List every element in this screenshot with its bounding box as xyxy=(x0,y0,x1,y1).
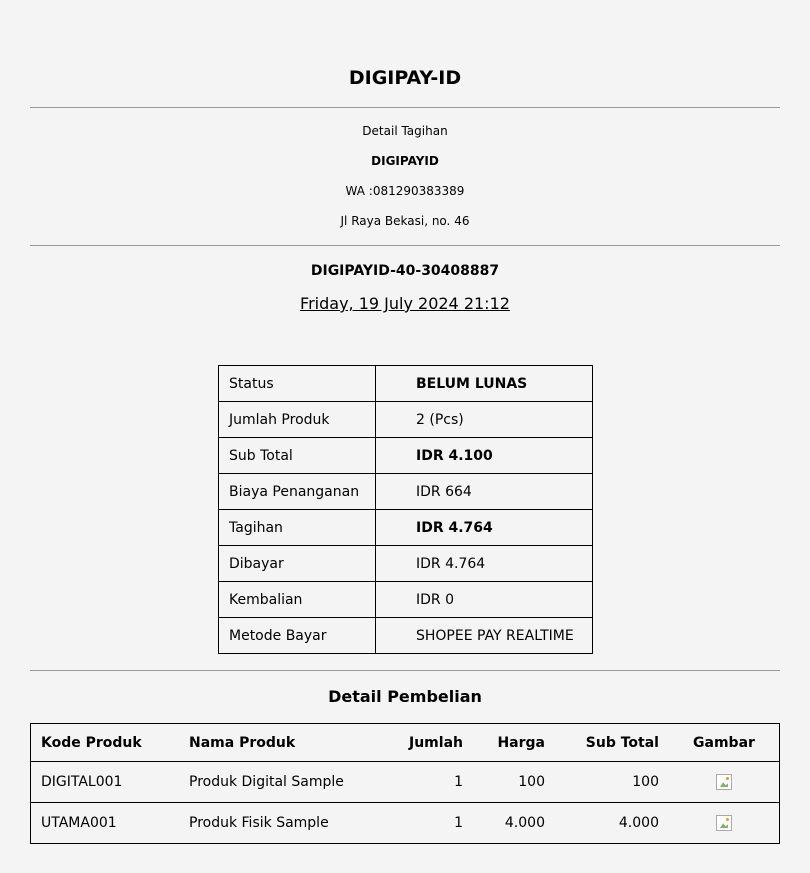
invoice-subtitle: Detail Tagihan xyxy=(362,124,448,138)
page-title: DIGIPAY-ID xyxy=(348,67,462,89)
product-qty: 1 xyxy=(454,815,463,831)
divider xyxy=(30,670,780,671)
invoice-date-text: Friday, 19 July 2024 21:12 xyxy=(300,294,510,313)
summary-label: Tagihan xyxy=(218,509,376,546)
summary-value: IDR 4.764 xyxy=(375,509,593,546)
summary-row: Kembalian IDR 0 xyxy=(218,581,593,618)
column-header-subtotal: Sub Total xyxy=(554,723,669,762)
merchant-whatsapp: WA :081290383389 xyxy=(345,184,465,198)
divider xyxy=(30,107,780,108)
summary-row: Jumlah Produk 2 (Pcs) xyxy=(218,401,593,438)
product-price: 4.000 xyxy=(504,815,545,831)
summary-label: Metode Bayar xyxy=(218,617,376,654)
invoice-page: DIGIPAY-ID Detail Tagihan DIGIPAYID WA :… xyxy=(0,0,810,873)
table-header-row: Kode Produk Nama Produk Jumlah Harga Sub… xyxy=(30,723,780,762)
merchant-name: DIGIPAYID xyxy=(371,154,439,168)
purchase-table: Kode Produk Nama Produk Jumlah Harga Sub… xyxy=(30,723,780,844)
summary-label: Kembalian xyxy=(218,581,376,618)
status-value: BELUM LUNAS xyxy=(375,365,593,402)
summary-label: Dibayar xyxy=(218,545,376,582)
summary-label: Status xyxy=(218,365,376,402)
product-price: 100 xyxy=(472,761,555,803)
broken-image-icon xyxy=(715,815,732,831)
product-image-cell xyxy=(669,803,780,844)
column-header-qty: Jumlah xyxy=(399,723,473,762)
summary-value: IDR 4.764 xyxy=(375,545,593,582)
summary-label: Sub Total xyxy=(218,437,376,474)
table-row: DIGITAL001 Produk Digital Sample 1 100 1… xyxy=(30,761,780,803)
summary-value: 2 (Pcs) xyxy=(375,401,593,438)
summary-row: Biaya Penanganan IDR 664 xyxy=(218,473,593,510)
summary-value: IDR 4.100 xyxy=(375,437,593,474)
column-header-code: Kode Produk xyxy=(30,723,179,762)
summary-row: Dibayar IDR 4.764 xyxy=(218,545,593,582)
product-qty: 1 xyxy=(399,761,473,803)
broken-image-icon xyxy=(715,774,732,790)
summary-table: Status BELUM LUNAS Jumlah Produk 2 (Pcs)… xyxy=(218,365,593,654)
summary-row: Metode Bayar SHOPEE PAY REALTIME xyxy=(218,617,593,654)
summary-label: Biaya Penanganan xyxy=(218,473,376,510)
summary-row: Sub Total IDR 4.100 xyxy=(218,437,593,474)
product-subtotal: 4.000 xyxy=(618,815,659,831)
column-header-image: Gambar xyxy=(668,723,780,762)
product-name: Produk Digital Sample xyxy=(179,761,399,803)
product-image-cell xyxy=(668,761,780,803)
summary-label: Jumlah Produk xyxy=(218,401,376,438)
invoice-date: Friday, 19 July 2024 21:12 xyxy=(0,294,810,314)
product-subtotal: 100 xyxy=(554,761,669,803)
invoice-number: DIGIPAYID-40-30408887 xyxy=(310,263,500,279)
product-code: DIGITAL001 xyxy=(30,761,179,803)
summary-value: SHOPEE PAY REALTIME xyxy=(375,617,593,654)
column-header-name: Nama Produk xyxy=(179,723,399,762)
product-name: Produk Fisik Sample xyxy=(189,815,329,831)
column-header-price: Harga xyxy=(472,723,555,762)
divider xyxy=(30,245,780,246)
summary-row: Status BELUM LUNAS xyxy=(218,365,593,402)
table-row: UTAMA001 Produk Fisik Sample 1 4.000 4.0… xyxy=(31,803,780,844)
summary-row: Tagihan IDR 4.764 xyxy=(218,509,593,546)
merchant-address: Jl Raya Bekasi, no. 46 xyxy=(340,214,470,228)
product-code: UTAMA001 xyxy=(41,815,117,831)
purchase-detail-title: Detail Pembelian xyxy=(328,687,482,706)
summary-value: IDR 664 xyxy=(375,473,593,510)
summary-value: IDR 0 xyxy=(375,581,593,618)
